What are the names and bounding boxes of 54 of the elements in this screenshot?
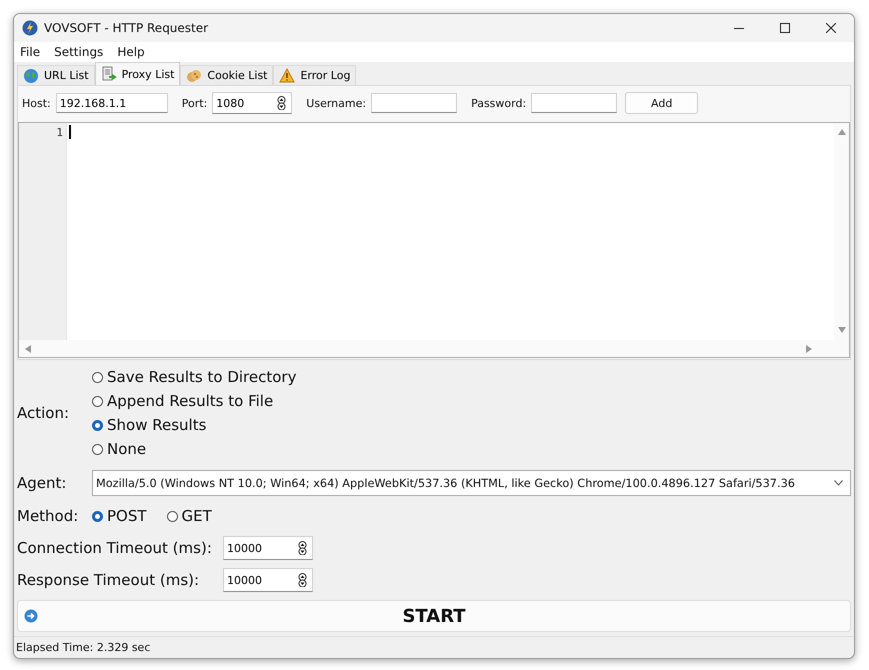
document-arrow-icon [100,66,117,82]
menu-item[interactable]: Settings [54,45,104,59]
radio-button[interactable]: None [92,437,296,461]
tab[interactable]: Cookie List [180,65,274,85]
radio-button[interactable]: POST [92,504,147,528]
radio-button[interactable]: Save Results to Directory [92,365,296,389]
host-field[interactable]: 192.168.1.1 [56,93,168,113]
username-field[interactable] [371,93,458,113]
password-field[interactable] [531,93,618,113]
radio-button[interactable]: Show Results [92,413,296,437]
text-cursor [69,125,71,139]
tab[interactable]: Proxy List [94,62,180,85]
globe-icon [23,68,39,84]
spinner-arrows-icon[interactable] [297,541,308,555]
close-icon [826,23,836,33]
connection-timeout-spinbox[interactable]: 10000 [223,536,313,560]
scroll-up-icon[interactable] [838,129,846,135]
field-label: Username: [306,96,366,110]
spinner-arrows-icon[interactable] [297,573,308,587]
radio-button[interactable]: Append Results to File [92,389,296,413]
field-label: Connection Timeout (ms): [17,539,213,557]
app-icon [22,20,38,36]
start-button[interactable]: START [17,600,851,632]
field-label: Method: [17,507,80,525]
field-label: Response Timeout (ms): [17,571,200,589]
chevron-down-icon [834,480,843,486]
line-number: 1 [55,126,63,139]
text-editor[interactable]: 1 [18,122,850,358]
field-label: Action: [17,404,70,422]
menu-item[interactable]: Help [117,45,145,59]
radio-button[interactable]: GET [166,504,212,528]
warning-icon [279,68,296,84]
menu-item[interactable]: File [20,45,40,59]
agent-dropdown[interactable]: Mozilla/5.0 (Windows NT 10.0; Win64; x64) AppleWebKit/537.36 (KHTML, like Gecko) Chrome/100.0.4896.127 Safari/537.36 [92,470,851,496]
add-button[interactable]: Add [625,92,698,114]
field-label: Password: [471,96,526,110]
scroll-right-icon[interactable] [806,344,812,352]
field-label: Port: [182,96,208,110]
port-spinbox[interactable]: 1080 [212,92,292,114]
tab[interactable]: URL List [17,65,95,85]
spinner-arrows-icon[interactable] [276,96,288,110]
vertical-scrollbar[interactable] [834,123,849,357]
arrow-right-icon [24,609,38,623]
horizontal-scrollbar[interactable] [19,340,834,357]
tab[interactable]: Error Log [273,65,356,85]
field-label: Agent: [17,474,68,492]
response-timeout-spinbox[interactable]: 10000 [223,568,313,592]
cookie-icon [186,68,202,84]
scroll-left-icon[interactable] [25,344,31,352]
status-text: Elapsed Time: 2.329 sec [16,641,150,654]
maximize-icon [780,23,790,33]
field-label: Host: [22,96,51,110]
window-title: VOVSOFT - HTTP Requester [44,21,208,35]
scroll-down-icon[interactable] [838,327,846,333]
